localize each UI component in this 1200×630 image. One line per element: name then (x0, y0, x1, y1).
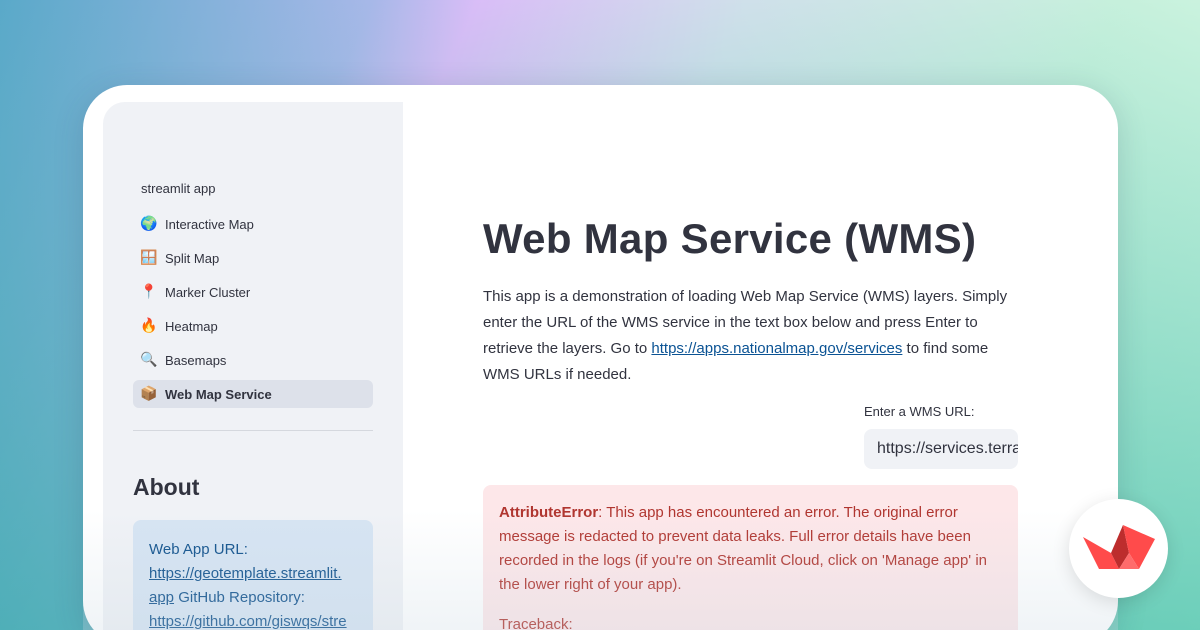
web-app-url-label: Web App URL: (149, 541, 248, 558)
sidebar-item-label: Marker Cluster (165, 284, 251, 300)
github-label: GitHub Repository: (178, 589, 305, 606)
about-info-box: Web App URL: https://geotemplate.streaml… (133, 520, 373, 630)
fire-icon: 🔥 (140, 318, 158, 334)
nationalmap-link[interactable]: https://apps.nationalmap.gov/services (651, 340, 902, 357)
sidebar-item-heatmap[interactable]: 🔥 Heatmap (133, 312, 373, 340)
sidebar-divider (133, 430, 373, 431)
web-app-url-link[interactable]: https://geotemplate.streamlit. (149, 565, 342, 582)
streamlit-logo-icon (1083, 525, 1155, 569)
sidebar-nav: 🌍 Interactive Map 🪟 Split Map 📍 Marker C… (133, 210, 373, 414)
about-heading: About (133, 474, 200, 500)
sidebar-item-basemaps[interactable]: 🔍 Basemaps (133, 346, 373, 374)
sidebar-item-marker-cluster[interactable]: 📍 Marker Cluster (133, 278, 373, 306)
github-link[interactable]: https://github.com/giswqs/stre (149, 613, 347, 630)
sidebar-item-label: Heatmap (165, 318, 218, 334)
package-icon: 📦 (140, 386, 158, 402)
wms-url-input[interactable] (864, 429, 1018, 469)
traceback-label: Traceback: (499, 616, 573, 630)
page-title: Web Map Service (WMS) (483, 215, 977, 262)
window-icon: 🪟 (140, 250, 158, 266)
sidebar-item-web-map-service[interactable]: 📦 Web Map Service (133, 380, 373, 408)
sidebar-app-label: streamlit app (141, 181, 216, 196)
sidebar-item-label: Basemaps (165, 352, 227, 368)
wms-url-label: Enter a WMS URL: (864, 404, 975, 419)
sidebar-item-label: Interactive Map (165, 216, 254, 232)
sidebar-item-split-map[interactable]: 🪟 Split Map (133, 244, 373, 272)
pin-icon: 📍 (140, 284, 158, 300)
streamlit-badge[interactable] (1069, 499, 1168, 598)
error-alert: AttributeError: This app has encountered… (483, 485, 1018, 630)
sidebar-item-interactive-map[interactable]: 🌍 Interactive Map (133, 210, 373, 238)
sidebar-item-label: Web Map Service (165, 386, 272, 402)
intro-paragraph: This app is a demonstration of loading W… (483, 284, 1018, 388)
magnifier-icon: 🔍 (140, 352, 158, 368)
globe-icon: 🌍 (140, 216, 158, 232)
error-type: AttributeError (499, 504, 599, 521)
web-app-url-link-cont[interactable]: app (149, 589, 174, 606)
sidebar-item-label: Split Map (165, 250, 220, 266)
